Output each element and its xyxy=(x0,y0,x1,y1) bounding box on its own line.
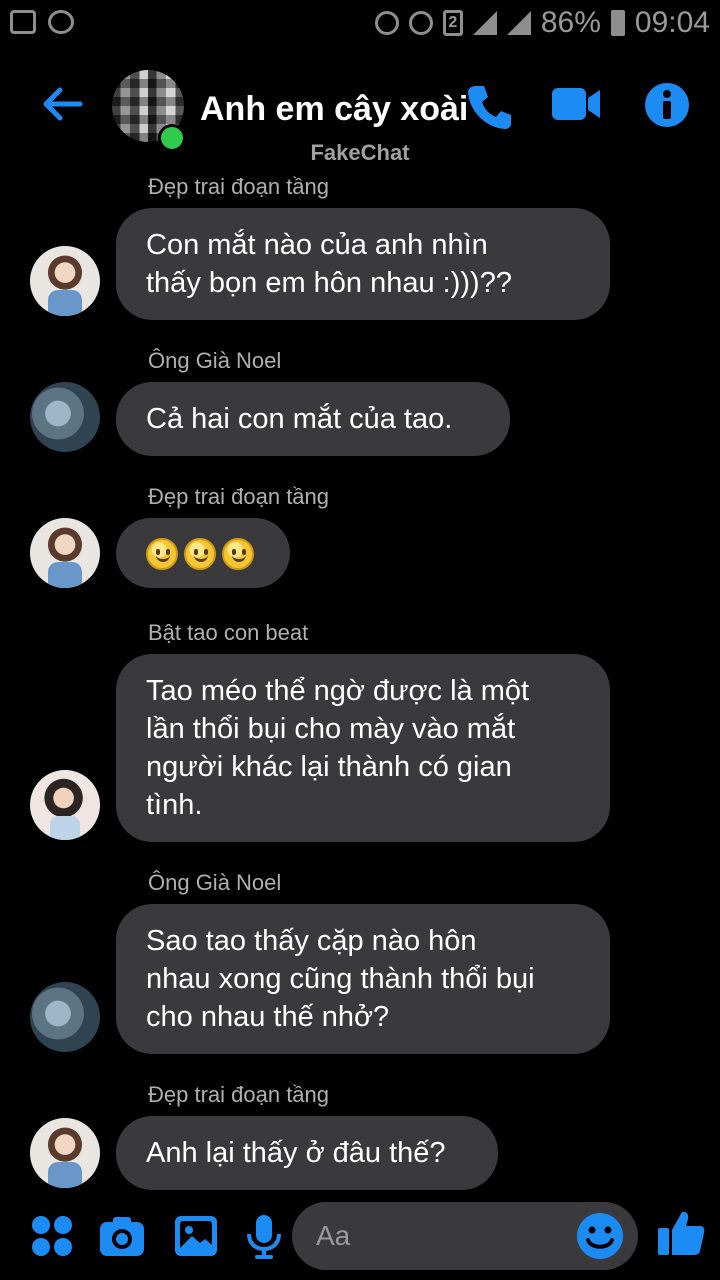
avatar[interactable] xyxy=(30,770,100,840)
battery-icon xyxy=(610,10,625,36)
info-icon[interactable] xyxy=(644,82,690,128)
message-input-placeholder: Aa xyxy=(316,1220,351,1251)
clock: 09:04 xyxy=(634,6,710,39)
message-bubble[interactable]: Con mắt nào của anh nhìn thấy bọn em hôn… xyxy=(116,208,610,320)
smile-emoji-icon xyxy=(146,538,178,571)
online-indicator xyxy=(158,124,186,152)
avatar[interactable] xyxy=(30,382,100,452)
smile-emoji-icon xyxy=(222,538,254,571)
sender-name: Đẹp trai đoạn tầng xyxy=(148,1082,330,1107)
alarm-icon xyxy=(374,11,399,35)
avatar[interactable] xyxy=(30,1118,100,1188)
status-bar: 2 86% 09:04 xyxy=(0,0,720,48)
sender-name: Đẹp trai đoạn tầng xyxy=(148,484,330,509)
thumbs-up-icon[interactable] xyxy=(656,1208,706,1258)
more-actions-icon[interactable] xyxy=(28,1212,76,1260)
wifi-icon xyxy=(408,11,433,35)
signal-icon xyxy=(472,11,497,35)
notification-icons xyxy=(10,10,74,34)
conversation-title[interactable]: Anh em cây xoài xyxy=(200,90,468,129)
emoji-picker-icon[interactable] xyxy=(576,1212,624,1260)
message-bubble[interactable]: Tao méo thể ngờ được là một lần thổi bụi… xyxy=(116,654,610,842)
message-bubble[interactable]: Anh lại thấy ở đâu thế? xyxy=(116,1116,498,1190)
system-status: 2 86% 09:04 xyxy=(374,6,710,40)
signal-icon-2 xyxy=(506,11,531,35)
sender-name: Đẹp trai đoạn tầng xyxy=(148,174,330,199)
camera-icon[interactable] xyxy=(98,1212,146,1260)
message-composer: Aa xyxy=(0,1196,720,1280)
gallery-notification-icon xyxy=(10,10,36,34)
photo-gallery-icon[interactable] xyxy=(172,1212,220,1260)
avatar[interactable] xyxy=(30,518,100,588)
message-input[interactable]: Aa xyxy=(292,1202,638,1270)
back-arrow-icon[interactable] xyxy=(40,82,84,126)
message-bubble[interactable] xyxy=(116,518,290,588)
chat-header: Anh em cây xoài FakeChat xyxy=(0,60,720,170)
sender-name: Ông Già Noel xyxy=(148,870,282,895)
sim-icon: 2 xyxy=(442,10,463,36)
microphone-icon[interactable] xyxy=(240,1212,288,1260)
smile-emoji-icon xyxy=(184,538,216,571)
conversation-subtitle: FakeChat xyxy=(310,140,410,165)
avatar[interactable] xyxy=(30,982,100,1052)
sender-name: Bật tao con beat xyxy=(148,620,309,645)
sender-name: Ông Già Noel xyxy=(148,348,282,373)
battery-percent: 86% xyxy=(540,6,601,39)
phone-call-icon[interactable] xyxy=(464,82,514,132)
message-bubble[interactable]: Sao tao thấy cặp nào hôn nhau xong cũng … xyxy=(116,904,610,1054)
message-bubble[interactable]: Cả hai con mắt của tao. xyxy=(116,382,510,456)
avatar[interactable] xyxy=(30,246,100,316)
video-call-icon[interactable] xyxy=(550,82,602,126)
messenger-notification-icon xyxy=(48,10,74,34)
